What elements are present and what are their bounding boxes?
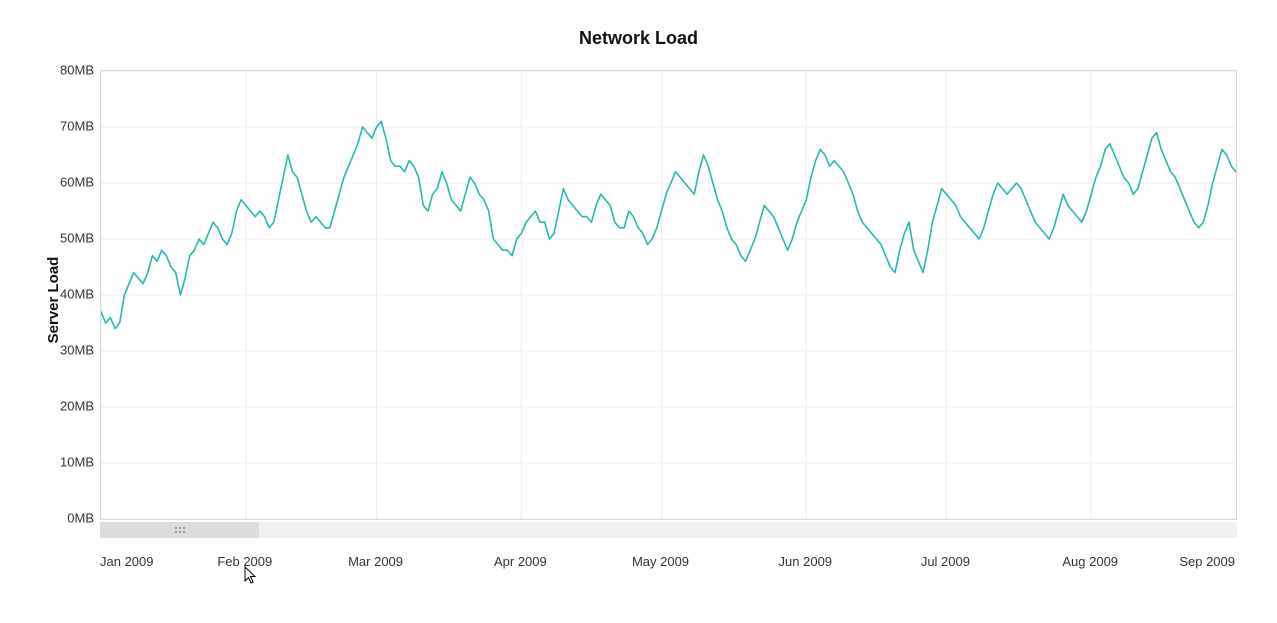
- x-tick-label: Apr 2009: [494, 554, 547, 569]
- chart-root: { "chart_data": { "type": "line", "title…: [0, 0, 1277, 623]
- y-tick-label: 80MB: [60, 63, 94, 78]
- y-tick-label: 10MB: [60, 455, 94, 470]
- range-scrollbar-thumb[interactable]: [100, 522, 259, 538]
- series-line: [101, 121, 1236, 328]
- x-tick-label: Mar 2009: [348, 554, 403, 569]
- y-tick-label: 20MB: [60, 399, 94, 414]
- y-tick-label: 50MB: [60, 231, 94, 246]
- x-ticks: Jan 2009 Feb 2009 Mar 2009 Apr 2009 May 2009…: [100, 546, 1237, 576]
- y-tick-label: 70MB: [60, 119, 94, 134]
- y-tick-label: 30MB: [60, 343, 94, 358]
- plot-svg: [101, 71, 1236, 519]
- y-tick-label: 40MB: [60, 287, 94, 302]
- chart-title: Network Load: [0, 28, 1277, 49]
- x-tick-label: Jan 2009: [100, 554, 154, 569]
- x-tick-label: May 2009: [632, 554, 689, 569]
- grid: [101, 71, 1236, 519]
- x-tick-label: Aug 2009: [1062, 554, 1118, 569]
- x-tick-label: Feb 2009: [217, 554, 272, 569]
- x-tick-label: Jun 2009: [779, 554, 833, 569]
- y-tick-label: 0MB: [67, 511, 94, 526]
- y-tick-label: 60MB: [60, 175, 94, 190]
- x-tick-label: Sep 2009: [1179, 554, 1235, 569]
- x-tick-label: Jul 2009: [921, 554, 970, 569]
- plot-area[interactable]: [100, 70, 1237, 520]
- grip-icon: [175, 527, 185, 533]
- range-scrollbar[interactable]: [100, 522, 1237, 538]
